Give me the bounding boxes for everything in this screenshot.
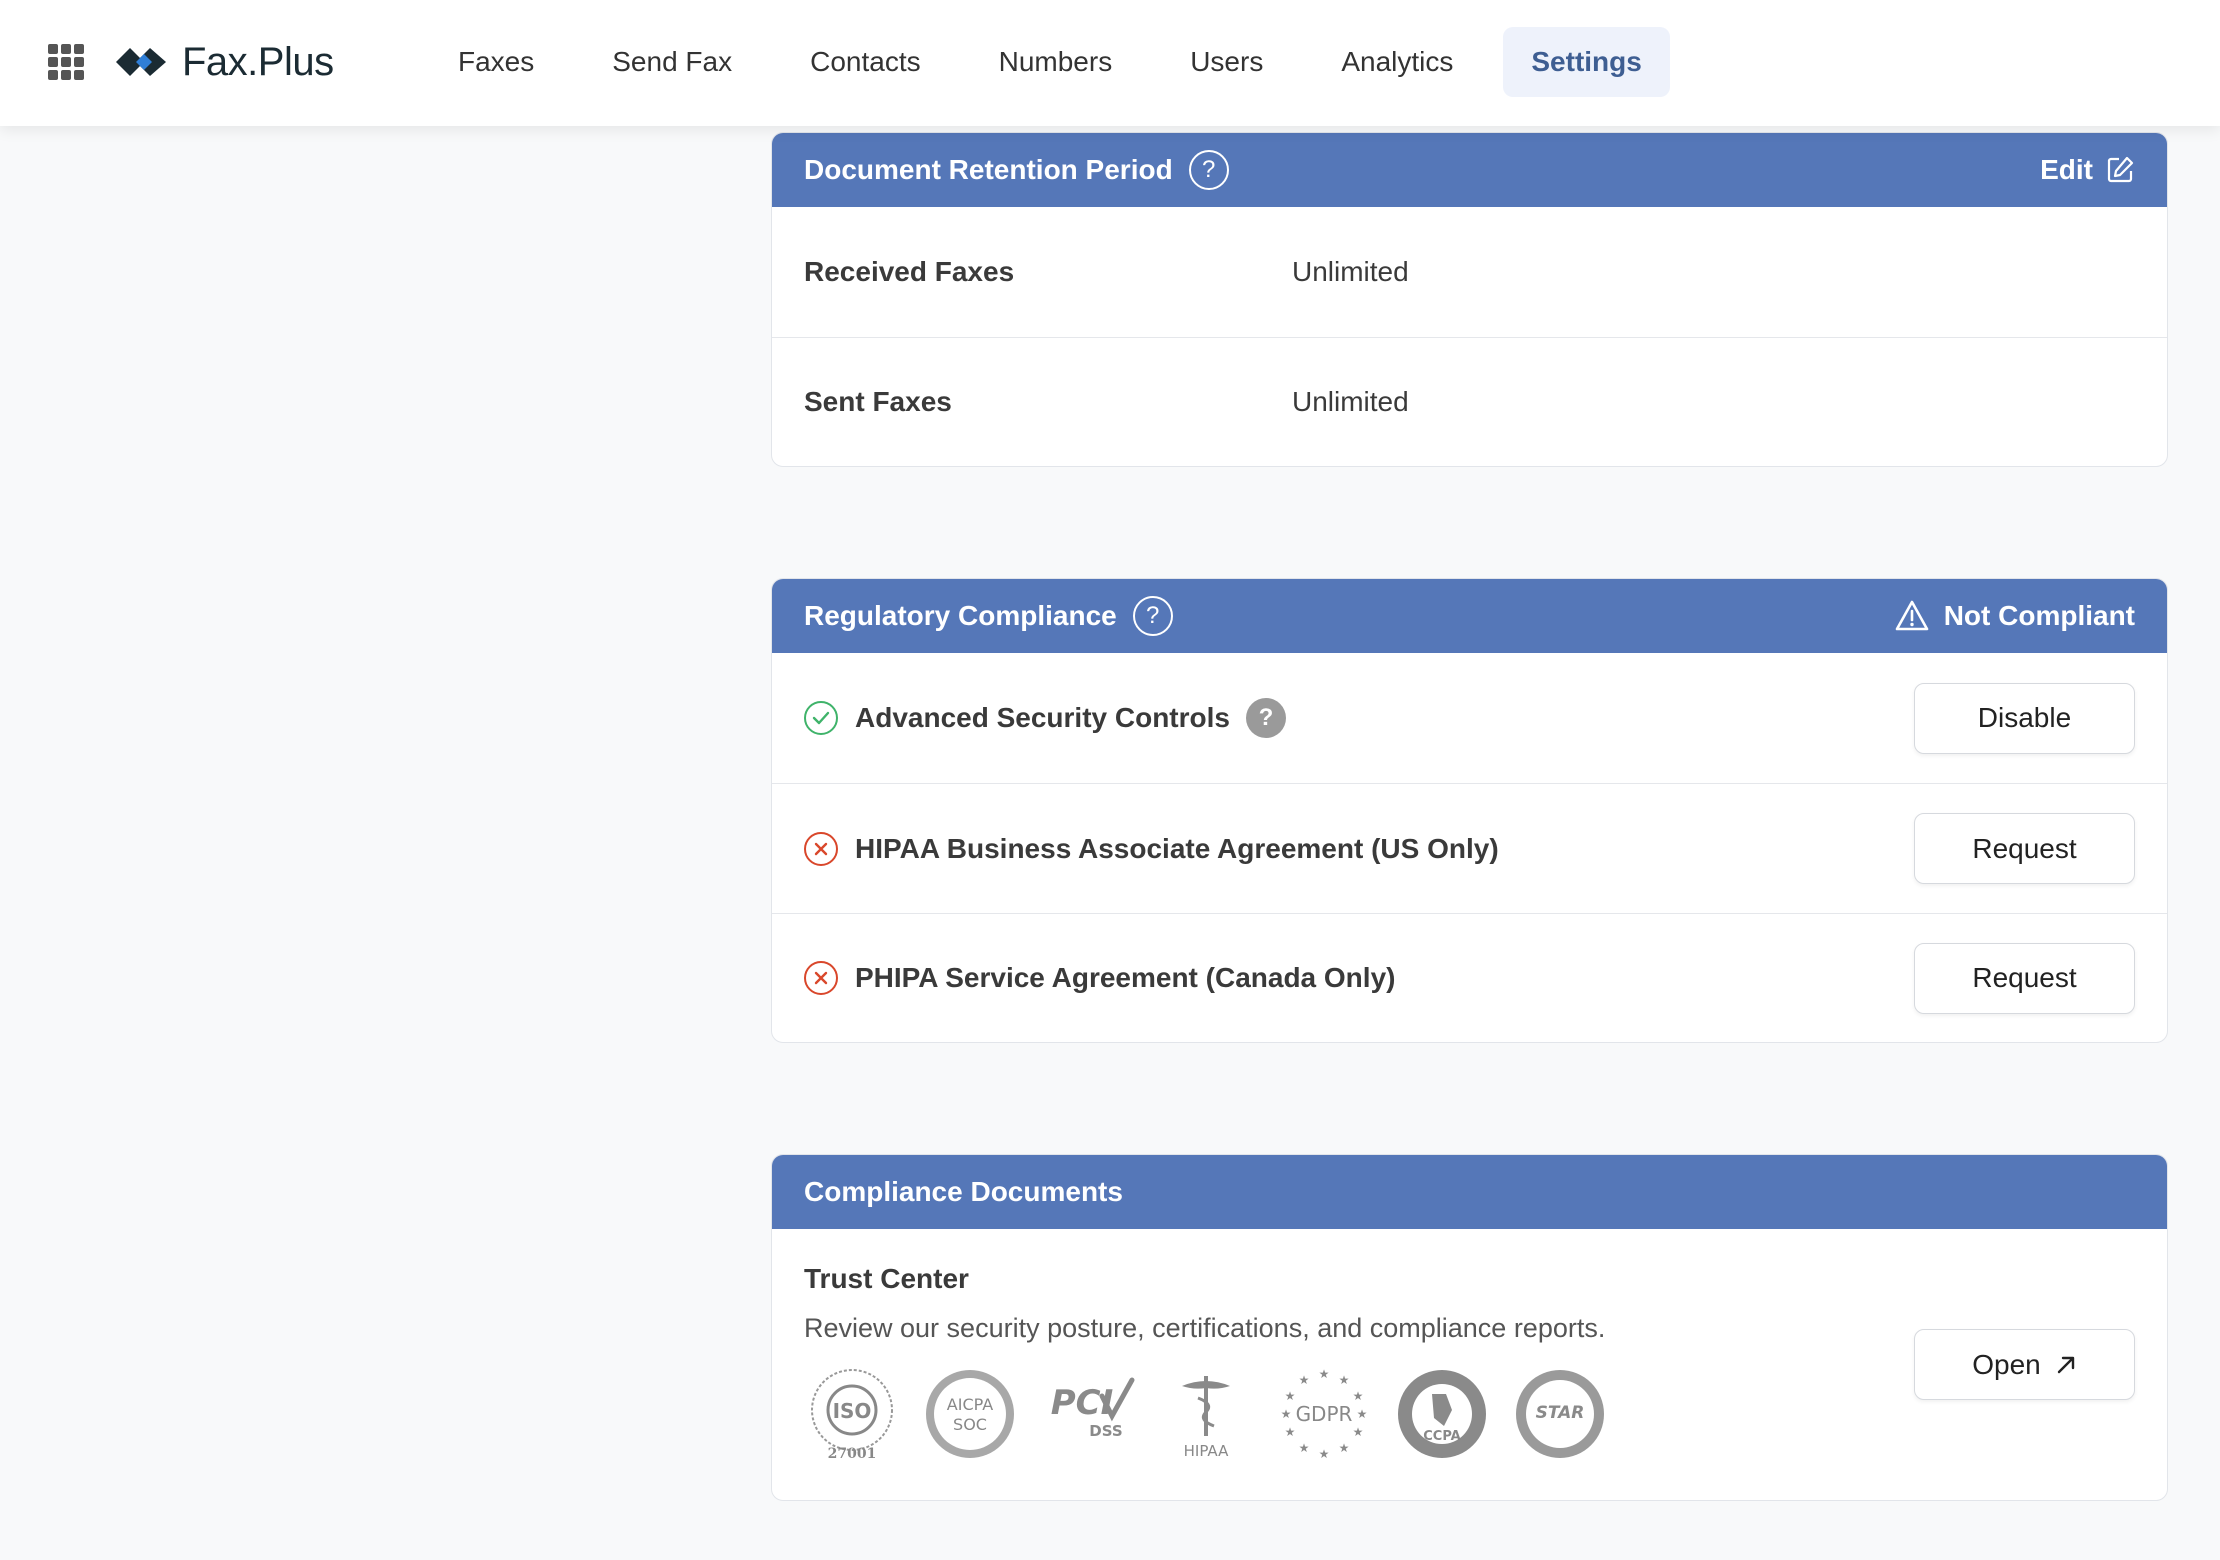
badge-label: ISO — [833, 1399, 872, 1423]
svg-text:★: ★ — [1281, 1407, 1292, 1421]
retention-label: Sent Faxes — [804, 386, 952, 417]
documents-header: Compliance Documents — [772, 1155, 2167, 1229]
logo-text: Fax.Plus — [182, 39, 334, 84]
svg-text:★: ★ — [1353, 1425, 1364, 1439]
badge-label: GDPR — [1296, 1402, 1353, 1426]
nav-send-fax[interactable]: Send Fax — [584, 27, 760, 97]
nav-numbers[interactable]: Numbers — [971, 27, 1141, 97]
star-certification-badge: STAR — [1516, 1370, 1604, 1458]
faxplus-logo-icon — [116, 48, 166, 76]
main-nav: Faxes Send Fax Contacts Numbers Users An… — [430, 27, 1692, 97]
badge-label: 27001 — [828, 1446, 877, 1462]
retention-card: Document Retention Period ? Edit Receive… — [771, 132, 2168, 467]
request-button[interactable]: Request — [1914, 942, 2135, 1014]
help-circle-icon[interactable]: ? — [1132, 596, 1173, 636]
compliance-item-label: Advanced Security Controls — [855, 702, 1230, 733]
help-circle-icon[interactable]: ? — [1188, 150, 1229, 190]
compliance-row: PHIPA Service Agreement (Canada Only) Re… — [772, 913, 2167, 1042]
svg-text:★: ★ — [1353, 1389, 1364, 1403]
request-button[interactable]: Request — [1914, 813, 2135, 884]
retention-value: Unlimited — [1292, 256, 1409, 287]
retention-header: Document Retention Period ? Edit — [772, 133, 2167, 207]
retention-row-sent: Sent Faxes Unlimited — [772, 337, 2167, 466]
compliance-row: Advanced Security Controls ? Disable — [772, 653, 2167, 783]
disable-button[interactable]: Disable — [1914, 682, 2135, 754]
ccpa-badge: CCPA — [1398, 1370, 1486, 1458]
help-circle-icon[interactable]: ? — [1245, 698, 1286, 738]
aicpa-soc-badge: AICPA SOC — [926, 1370, 1014, 1458]
svg-text:★: ★ — [1339, 1441, 1350, 1455]
check-circle-icon — [804, 701, 838, 735]
retention-title: Document Retention Period — [804, 154, 1173, 185]
svg-text:★: ★ — [1285, 1425, 1296, 1439]
badge-label: STAR — [1536, 1403, 1585, 1423]
svg-text:★: ★ — [1319, 1367, 1330, 1381]
compliance-header: Regulatory Compliance ? Not Compliant — [772, 579, 2167, 653]
svg-text:★: ★ — [1285, 1389, 1296, 1403]
nav-settings[interactable]: Settings — [1503, 27, 1670, 97]
compliance-title: Regulatory Compliance — [804, 600, 1117, 631]
retention-label: Received Faxes — [804, 256, 1015, 287]
badge-label: HIPAA — [1184, 1442, 1229, 1460]
edit-label: Edit — [2040, 154, 2093, 185]
compliance-status-label: Not Compliant — [1943, 600, 2135, 631]
iso-27001-badge: ISO 27001 — [811, 1369, 893, 1462]
open-label: Open — [1972, 1348, 2041, 1380]
pci-dss-badge: PCI DSS — [1051, 1377, 1135, 1440]
compliance-row: HIPAA Business Associate Agreement (US O… — [772, 783, 2167, 913]
external-link-icon — [2057, 1356, 2074, 1373]
nav-users[interactable]: Users — [1162, 27, 1291, 97]
edit-link[interactable]: Edit — [2040, 154, 2135, 186]
x-circle-icon — [804, 831, 838, 866]
app-launcher-icon[interactable] — [48, 44, 84, 80]
documents-card: Compliance Documents Trust Center Review… — [771, 1154, 2168, 1501]
warning-icon — [1895, 600, 1928, 631]
badge-label: CCPA — [1423, 1429, 1460, 1444]
nav-analytics[interactable]: Analytics — [1313, 27, 1481, 97]
open-trust-center-button[interactable]: Open — [1914, 1329, 2135, 1400]
retention-value: Unlimited — [1292, 386, 1409, 417]
trust-center-section: Trust Center Review our security posture… — [772, 1229, 2167, 1500]
documents-title: Compliance Documents — [804, 1176, 1123, 1207]
edit-icon — [2107, 156, 2134, 183]
svg-text:★: ★ — [1357, 1407, 1368, 1421]
trust-center-title: Trust Center — [804, 1263, 969, 1294]
hipaa-badge: HIPAA — [1182, 1376, 1230, 1460]
compliance-card: Regulatory Compliance ? Not Compliant Ad… — [771, 578, 2168, 1043]
svg-text:★: ★ — [1319, 1447, 1330, 1461]
svg-text:★: ★ — [1299, 1441, 1310, 1455]
x-circle-icon — [804, 961, 838, 995]
badge-label: SOC — [953, 1415, 987, 1434]
nav-faxes[interactable]: Faxes — [430, 27, 562, 97]
top-navigation-bar: Fax.Plus Faxes Send Fax Contacts Numbers… — [0, 0, 2220, 126]
logo[interactable]: Fax.Plus — [114, 36, 334, 88]
svg-text:★: ★ — [1299, 1373, 1310, 1387]
badge-label: AICPA — [947, 1395, 993, 1414]
compliance-item-label: PHIPA Service Agreement (Canada Only) — [855, 962, 1396, 993]
svg-text:★: ★ — [1339, 1373, 1350, 1387]
badge-label: DSS — [1089, 1422, 1122, 1440]
compliance-item-label: HIPAA Business Associate Agreement (US O… — [855, 832, 1499, 864]
compliance-status: Not Compliant — [1894, 599, 2135, 633]
nav-contacts[interactable]: Contacts — [782, 27, 949, 97]
gdpr-badge: ★ ★★ ★★★ ★★★ ★★★ GDPR — [1281, 1367, 1368, 1461]
retention-row-received: Received Faxes Unlimited — [772, 207, 2167, 337]
